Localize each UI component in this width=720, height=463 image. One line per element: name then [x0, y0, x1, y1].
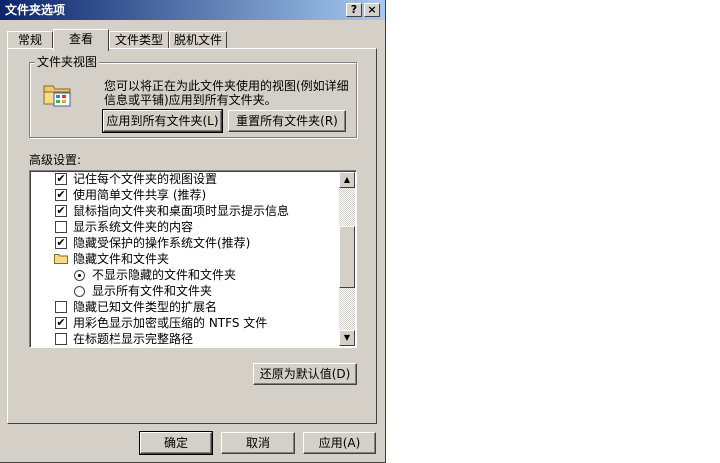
checkbox[interactable]: ✔: [55, 205, 67, 217]
tab-general[interactable]: 常规: [7, 31, 53, 49]
reset-all-folders-button[interactable]: 重置所有文件夹(R): [228, 110, 346, 132]
list-item-label: 鼠标指向文件夹和桌面项时显示提示信息: [73, 204, 290, 218]
checkbox[interactable]: ✔: [55, 173, 67, 185]
tab-file-types[interactable]: 文件类型: [109, 31, 169, 49]
checkbox[interactable]: [55, 301, 67, 313]
checkbox[interactable]: ✔: [55, 317, 67, 329]
folder-icon: [54, 254, 68, 264]
cancel-button[interactable]: 取消: [221, 432, 295, 454]
title-bar[interactable]: 文件夹选项 ? ×: [0, 0, 385, 20]
list-item-label: 显示所有文件和文件夹: [92, 284, 213, 298]
radio-button[interactable]: [74, 270, 85, 281]
radio-dot: [78, 274, 81, 277]
scroll-thumb[interactable]: [339, 226, 355, 288]
list-item-label: 隐藏受保护的操作系统文件(推荐): [73, 236, 251, 250]
scroll-down-button[interactable]: ▼: [339, 330, 355, 346]
list-item-label: 隐藏文件和文件夹: [73, 252, 170, 266]
list-item-label: 在标题栏显示完整路径: [73, 332, 194, 346]
tab-view[interactable]: 查看: [53, 29, 109, 51]
list-item-label: 记住每个文件夹的视图设置: [73, 172, 218, 186]
list-item-label: 用彩色显示加密或压缩的 NTFS 文件: [73, 316, 268, 330]
advanced-settings-list[interactable]: ✔ 记住每个文件夹的视图设置 ✔ 使用简单文件共享 (推荐) ✔ 鼠标指向文件夹…: [29, 170, 357, 348]
restore-defaults-button[interactable]: 还原为默认值(D): [253, 363, 357, 385]
radio-button[interactable]: [74, 286, 85, 297]
advanced-settings-label: 高级设置:: [29, 153, 82, 167]
list-item-label: 使用简单文件共享 (推荐): [73, 188, 207, 202]
folder-views-label: 文件夹视图: [35, 55, 100, 69]
close-button[interactable]: ×: [364, 3, 380, 17]
ok-button[interactable]: 确定: [139, 431, 213, 455]
list-item-label: 隐藏已知文件类型的扩展名: [73, 300, 218, 314]
checkbox[interactable]: ✔: [55, 237, 67, 249]
window-title: 文件夹选项: [5, 3, 66, 17]
list-item-label: 显示系统文件夹的内容: [73, 220, 194, 234]
apply-button[interactable]: 应用(A): [303, 432, 376, 454]
folder-options-dialog: 文件夹选项 ? × 常规 查看 文件类型 脱机文件 文件夹视图 您可以将正在为此…: [0, 0, 386, 463]
checkbox[interactable]: [55, 221, 67, 233]
folder-view-icon: [43, 85, 71, 107]
tab-offline-files[interactable]: 脱机文件: [169, 31, 227, 49]
help-button[interactable]: ?: [346, 3, 362, 17]
vertical-scrollbar[interactable]: ▲ ▼: [339, 172, 355, 346]
folder-views-description: 您可以将正在为此文件夹使用的视图(例如详细信息或平铺)应用到所有文件夹。: [104, 79, 349, 107]
scroll-up-button[interactable]: ▲: [339, 172, 355, 188]
apply-to-all-folders-button[interactable]: 应用到所有文件夹(L): [102, 109, 223, 133]
list-item-label: 不显示隐藏的文件和文件夹: [92, 268, 237, 282]
checkbox[interactable]: [55, 333, 67, 345]
checkbox[interactable]: ✔: [55, 189, 67, 201]
